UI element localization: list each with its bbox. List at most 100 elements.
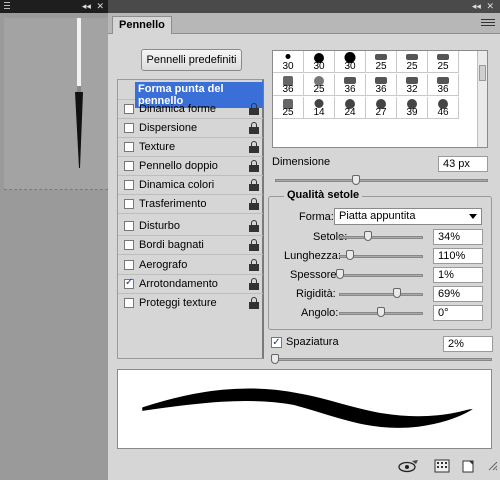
- dimensione-slider-track[interactable]: [275, 179, 488, 182]
- option-checkbox[interactable]: [124, 142, 134, 152]
- brush-tip[interactable]: 25: [397, 51, 428, 73]
- lock-icon[interactable]: [249, 278, 259, 290]
- brush-tip[interactable]: 25: [428, 51, 459, 73]
- setole-slider-thumb[interactable]: [363, 231, 372, 241]
- option-arrotondamento[interactable]: Arrotondamento: [118, 275, 263, 294]
- lock-icon[interactable]: [249, 160, 259, 172]
- option-checkbox[interactable]: [124, 180, 134, 190]
- brush-presets-button[interactable]: Pennelli predefiniti: [141, 49, 242, 71]
- panel-menu-icon[interactable]: [481, 17, 495, 29]
- forma-select[interactable]: Piatta appuntita: [334, 208, 482, 225]
- preview-panel-header: ◂◂ ✕: [0, 0, 108, 13]
- brush-tip[interactable]: 36: [366, 74, 397, 96]
- brush-options-list: Forma punta del pennello Dinamica forme …: [117, 79, 264, 359]
- spaziatura-checkbox[interactable]: ✓: [271, 337, 282, 348]
- lunghezza-field[interactable]: 110%: [433, 248, 483, 264]
- rigidita-field[interactable]: 69%: [433, 286, 483, 302]
- grid-scrollbar[interactable]: [477, 51, 487, 147]
- brush-tip[interactable]: 25: [304, 74, 335, 96]
- grid-icon[interactable]: [434, 459, 450, 473]
- option-dinamica-colori[interactable]: Dinamica colori: [118, 176, 263, 195]
- brush-tip[interactable]: 36: [273, 74, 304, 96]
- option-bordi-bagnati[interactable]: Bordi bagnati: [118, 236, 263, 255]
- brush-tip[interactable]: 25: [273, 97, 304, 119]
- lock-icon[interactable]: [249, 141, 259, 153]
- setole-field[interactable]: 34%: [433, 229, 483, 245]
- brush-preview-eye-icon[interactable]: [398, 459, 420, 473]
- resize-grip-icon[interactable]: [486, 459, 498, 473]
- option-checkbox[interactable]: [124, 260, 134, 270]
- brush-preview-panel: ◂◂ ✕: [0, 0, 108, 480]
- option-pennello-doppio[interactable]: Pennello doppio: [118, 157, 263, 176]
- option-checkbox[interactable]: [124, 277, 134, 289]
- brush-tip[interactable]: 39: [397, 97, 428, 119]
- dimensione-field[interactable]: 43 px: [438, 156, 488, 172]
- tab-bar: Pennello: [108, 13, 500, 34]
- panel-header: ◂◂ ✕: [108, 0, 500, 13]
- option-checkbox[interactable]: [124, 199, 134, 209]
- rigidita-slider-thumb[interactable]: [392, 288, 401, 298]
- forma-label: Forma:: [299, 211, 334, 223]
- option-checkbox[interactable]: [124, 221, 134, 231]
- option-checkbox[interactable]: [124, 123, 134, 133]
- spaziatura-slider-track[interactable]: [271, 358, 492, 361]
- spaziatura-slider-thumb[interactable]: [271, 354, 280, 364]
- brush-tip[interactable]: 30: [335, 51, 366, 73]
- spessore-slider-track[interactable]: [339, 274, 423, 277]
- spaziatura-field[interactable]: 2%: [443, 336, 493, 352]
- option-disturbo[interactable]: Disturbo: [118, 217, 263, 236]
- lock-icon[interactable]: [249, 220, 259, 232]
- brush-tip[interactable]: 46: [428, 97, 459, 119]
- lock-icon[interactable]: [249, 179, 259, 191]
- spessore-field[interactable]: 1%: [433, 267, 483, 283]
- brush-tip[interactable]: 32: [397, 74, 428, 96]
- lock-icon[interactable]: [249, 122, 259, 134]
- angolo-slider-thumb[interactable]: [377, 307, 385, 317]
- brush-tip[interactable]: 24: [335, 97, 366, 119]
- option-texture[interactable]: Texture: [118, 138, 263, 157]
- option-dinamica-forme[interactable]: Dinamica forme: [118, 100, 263, 119]
- lock-icon[interactable]: [249, 259, 259, 271]
- angolo-field[interactable]: 0°: [433, 305, 483, 321]
- lock-icon[interactable]: [249, 239, 259, 251]
- lock-icon[interactable]: [249, 297, 259, 309]
- qualita-setole-title: Qualità setole: [284, 189, 363, 201]
- tab-pennello[interactable]: Pennello: [112, 16, 172, 34]
- brush-tip[interactable]: 25: [366, 51, 397, 73]
- lunghezza-slider-thumb[interactable]: [345, 250, 354, 260]
- brush-tip[interactable]: 30: [304, 51, 335, 73]
- option-aerografo[interactable]: Aerografo: [118, 256, 263, 275]
- brush-tip[interactable]: 36: [428, 74, 459, 96]
- option-dispersione[interactable]: Dispersione: [118, 119, 263, 138]
- collapse-icon[interactable]: ◂◂: [82, 1, 91, 11]
- option-forma-punta[interactable]: Forma punta del pennello: [118, 80, 263, 108]
- brush-tip[interactable]: 27: [366, 97, 397, 119]
- new-preset-icon[interactable]: [460, 459, 476, 473]
- setole-slider-track[interactable]: [339, 236, 423, 239]
- brush-tip[interactable]: 36: [335, 74, 366, 96]
- option-checkbox[interactable]: [124, 161, 134, 171]
- brush-panel: ◂◂ ✕ Pennello Pennelli predefiniti Forma…: [108, 0, 500, 480]
- option-checkbox[interactable]: [124, 298, 134, 308]
- spessore-label: Spessore:: [290, 269, 340, 281]
- option-checkbox[interactable]: [124, 104, 134, 114]
- option-label: Texture: [139, 141, 176, 153]
- lock-icon[interactable]: [249, 198, 259, 210]
- dimensione-slider-thumb[interactable]: [351, 175, 360, 185]
- close-icon[interactable]: ✕: [96, 1, 104, 11]
- rigidita-slider-track[interactable]: [339, 293, 423, 296]
- option-proteggi-texture[interactable]: Proteggi texture: [118, 294, 263, 313]
- lock-icon[interactable]: [249, 103, 259, 115]
- spaziatura-label: Spaziatura: [286, 336, 339, 348]
- brush-tip-grid: 30 30 30 25 25 25 36 25 36 36 32 36 25 1…: [272, 50, 488, 148]
- close-icon[interactable]: ✕: [486, 1, 494, 11]
- lunghezza-label: Lunghezza:: [284, 250, 341, 262]
- collapse-icon[interactable]: ◂◂: [472, 1, 481, 11]
- option-checkbox[interactable]: [124, 240, 134, 250]
- brush-tip[interactable]: 30: [273, 51, 304, 73]
- option-trasferimento[interactable]: Trasferimento: [118, 195, 263, 214]
- grip-icon[interactable]: [4, 2, 10, 10]
- brush-tip[interactable]: 14: [304, 97, 335, 119]
- spessore-slider-thumb[interactable]: [335, 269, 344, 279]
- forma-value: Piatta appuntita: [339, 210, 416, 222]
